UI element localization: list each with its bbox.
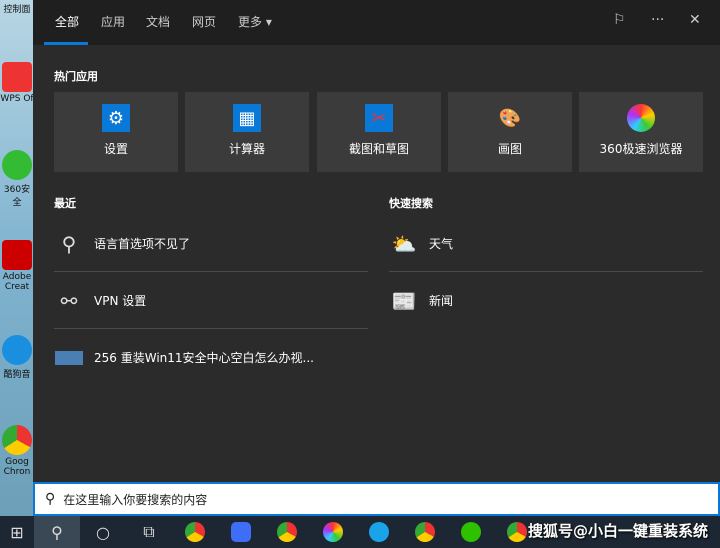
recent-item[interactable]: ⚲ 语言首选项不见了 — [54, 215, 368, 272]
ie-icon[interactable] — [356, 516, 402, 548]
kugou-icon — [2, 335, 32, 365]
app-tile-snip[interactable]: ✂ 截图和草图 — [317, 92, 441, 172]
chrome-icon[interactable] — [172, 516, 218, 548]
quick-search-item[interactable]: ⛅ 天气 — [389, 215, 703, 272]
360-browser-icon[interactable] — [310, 516, 356, 548]
active-tab-indicator — [44, 42, 88, 45]
more-icon[interactable]: ··· — [651, 12, 664, 28]
tab-all[interactable]: 全部 — [55, 13, 79, 30]
close-icon[interactable]: ✕ — [689, 12, 701, 28]
tab-bar: 全部 应用 文档 网页 更多 ▾ ⚐ ··· ✕ — [33, 0, 720, 45]
wps-icon — [2, 62, 32, 92]
start-icon[interactable]: ⊞ — [0, 516, 34, 548]
chrome-icon — [2, 425, 32, 455]
snip-icon: ✂ — [365, 104, 393, 132]
chrome-icon[interactable] — [402, 516, 448, 548]
video-thumb-icon — [54, 346, 84, 370]
calculator-icon: ▦ — [233, 104, 261, 132]
tab-docs[interactable]: 文档 — [146, 13, 170, 30]
search-icon: ⚲ — [45, 491, 56, 507]
desktop-icon[interactable]: 360安全 — [0, 150, 34, 208]
desktop: 控制面 WPS Of 360安全 Adobe Creat 酷狗音 Goog Ch… — [0, 0, 34, 516]
360-icon — [2, 150, 32, 180]
app-tile-360-browser[interactable]: 360极速浏览器 — [579, 92, 703, 172]
desktop-icon[interactable]: Adobe Creat — [0, 240, 34, 292]
desktop-icon[interactable]: 酷狗音 — [0, 335, 34, 380]
gear-icon: ⚙ — [102, 104, 130, 132]
app-tile-calculator[interactable]: ▦ 计算器 — [185, 92, 309, 172]
browser-icon — [627, 104, 655, 132]
cortana-icon[interactable]: ○ — [80, 516, 126, 548]
vpn-icon: ⚯ — [60, 288, 78, 313]
chrome-icon[interactable] — [264, 516, 310, 548]
news-icon: 📰 — [391, 288, 417, 313]
recent-item[interactable]: ⚯ VPN 设置 — [54, 272, 368, 329]
adobe-icon — [2, 240, 32, 270]
feedback-icon[interactable]: ⚐ — [613, 12, 626, 28]
tab-more[interactable]: 更多 ▾ — [238, 13, 272, 30]
search-panel: 全部 应用 文档 网页 更多 ▾ ⚐ ··· ✕ 热门应用 ⚙ 设置 ▦ 计算器 ✂… — [33, 0, 720, 482]
quick-search-item[interactable]: 📰 新闻 — [389, 272, 703, 329]
watermark: 搜狐号@小白一键重装系统 — [527, 522, 708, 540]
app-icon[interactable] — [218, 516, 264, 548]
section-title: 热门应用 — [54, 70, 98, 83]
section-title: 快速搜索 — [389, 197, 433, 210]
tab-web[interactable]: 网页 — [192, 13, 216, 30]
desktop-icon[interactable]: 控制面 — [0, 2, 34, 15]
app-tile-paint[interactable]: 🎨 画图 — [448, 92, 572, 172]
desktop-icon[interactable]: WPS Of — [0, 62, 34, 104]
weather-icon: ⛅ — [391, 231, 417, 256]
search-icon[interactable]: ⚲ — [34, 516, 80, 548]
task-view-icon[interactable]: ⧉ — [126, 516, 172, 548]
search-input[interactable]: ⚲ 在这里输入你要搜索的内容 — [33, 482, 720, 516]
tab-apps[interactable]: 应用 — [101, 13, 125, 30]
wechat-icon[interactable] — [448, 516, 494, 548]
app-tile-settings[interactable]: ⚙ 设置 — [54, 92, 178, 172]
search-icon: ⚲ — [61, 231, 77, 256]
section-title: 最近 — [54, 197, 76, 210]
desktop-icon[interactable]: Goog Chron — [0, 425, 34, 477]
recent-item[interactable]: 256 重装Win11安全中心空白怎么办视... — [54, 329, 368, 386]
paint-icon: 🎨 — [498, 107, 522, 129]
